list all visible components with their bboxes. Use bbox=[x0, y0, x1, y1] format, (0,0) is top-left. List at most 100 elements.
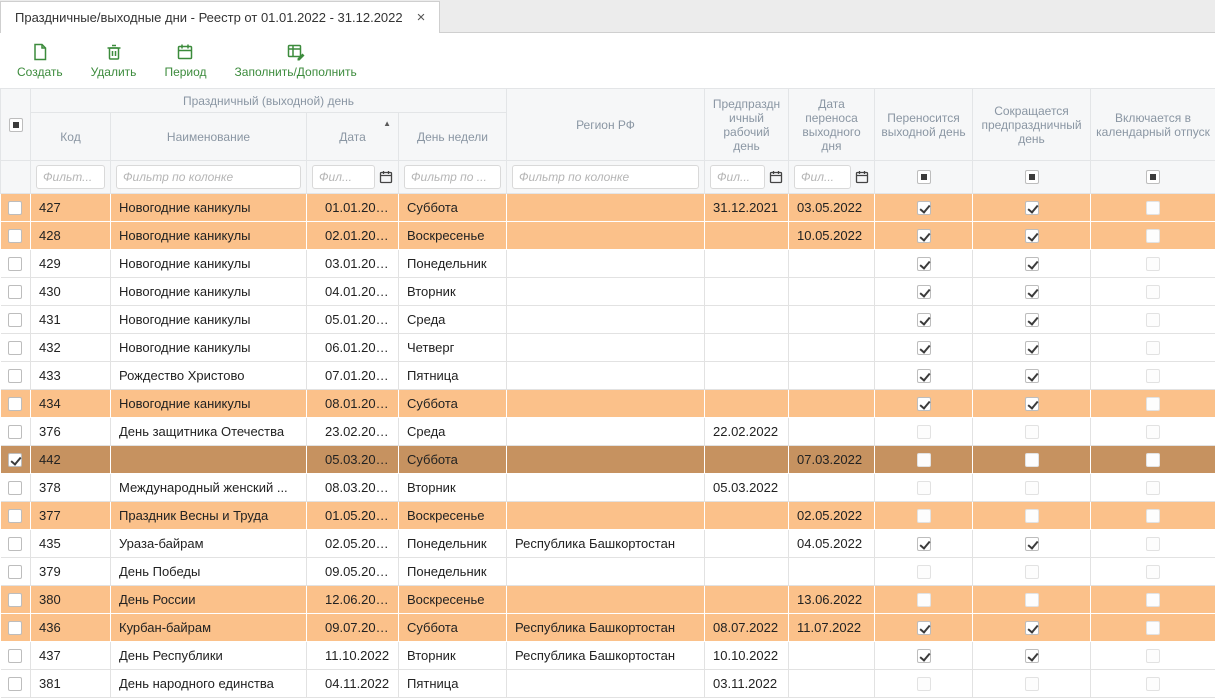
cell-move-day[interactable] bbox=[875, 194, 973, 222]
table-row[interactable]: 429Новогодние каникулы03.01.2022Понедель… bbox=[1, 250, 1215, 278]
row-select-cell[interactable] bbox=[1, 362, 31, 390]
cell-shorten-day[interactable] bbox=[973, 306, 1091, 334]
cell-move-day[interactable] bbox=[875, 306, 973, 334]
table-row[interactable]: 436Курбан-байрам09.07.2022СубботаРеспубл… bbox=[1, 614, 1215, 642]
shorten-day-checkbox[interactable] bbox=[1025, 481, 1039, 495]
filter-name-input[interactable] bbox=[116, 165, 301, 189]
vacation-checkbox[interactable] bbox=[1146, 537, 1160, 551]
transfer-filter-calendar-button[interactable] bbox=[855, 170, 869, 184]
column-header-weekday[interactable]: День недели bbox=[399, 113, 507, 161]
cell-shorten-day[interactable] bbox=[973, 334, 1091, 362]
row-select-checkbox[interactable] bbox=[8, 201, 22, 215]
move-day-checkbox[interactable] bbox=[917, 481, 931, 495]
row-select-checkbox[interactable] bbox=[8, 621, 22, 635]
cell-shorten-day[interactable] bbox=[973, 222, 1091, 250]
shorten-day-checkbox[interactable] bbox=[1025, 537, 1039, 551]
shorten-day-checkbox[interactable] bbox=[1025, 257, 1039, 271]
table-row[interactable]: 431Новогодние каникулы05.01.2022Среда bbox=[1, 306, 1215, 334]
cell-shorten-day[interactable] bbox=[973, 530, 1091, 558]
create-button[interactable]: Создать bbox=[8, 39, 72, 82]
row-select-cell[interactable] bbox=[1, 474, 31, 502]
cell-move-day[interactable] bbox=[875, 558, 973, 586]
row-select-checkbox[interactable] bbox=[8, 593, 22, 607]
cell-vacation[interactable] bbox=[1091, 502, 1215, 530]
cell-move-day[interactable] bbox=[875, 250, 973, 278]
cell-shorten-day[interactable] bbox=[973, 642, 1091, 670]
row-select-cell[interactable] bbox=[1, 642, 31, 670]
cell-vacation[interactable] bbox=[1091, 250, 1215, 278]
shorten-day-checkbox[interactable] bbox=[1025, 593, 1039, 607]
period-button[interactable]: Период bbox=[155, 39, 215, 82]
row-select-cell[interactable] bbox=[1, 194, 31, 222]
cell-move-day[interactable] bbox=[875, 446, 973, 474]
vacation-checkbox[interactable] bbox=[1146, 453, 1160, 467]
vacation-checkbox[interactable] bbox=[1146, 201, 1160, 215]
row-select-cell[interactable] bbox=[1, 250, 31, 278]
vacation-checkbox[interactable] bbox=[1146, 229, 1160, 243]
column-header-vacation[interactable]: Включается в календарный отпуск bbox=[1091, 89, 1215, 161]
cell-shorten-day[interactable] bbox=[973, 474, 1091, 502]
move-day-checkbox[interactable] bbox=[917, 313, 931, 327]
column-header-transfer-date[interactable]: Дата переноса выходного дня bbox=[789, 89, 875, 161]
move-day-checkbox[interactable] bbox=[917, 369, 931, 383]
column-header-region[interactable]: Регион РФ bbox=[507, 89, 705, 161]
cell-shorten-day[interactable] bbox=[973, 502, 1091, 530]
cell-vacation[interactable] bbox=[1091, 642, 1215, 670]
move-day-checkbox[interactable] bbox=[917, 649, 931, 663]
cell-move-day[interactable] bbox=[875, 222, 973, 250]
table-row[interactable]: 433Рождество Христово07.01.2022Пятница bbox=[1, 362, 1215, 390]
cell-shorten-day[interactable] bbox=[973, 194, 1091, 222]
shorten-day-checkbox[interactable] bbox=[1025, 285, 1039, 299]
row-select-cell[interactable] bbox=[1, 614, 31, 642]
move-day-filter-checkbox[interactable] bbox=[917, 170, 931, 184]
row-select-checkbox[interactable] bbox=[8, 509, 22, 523]
cell-shorten-day[interactable] bbox=[973, 670, 1091, 698]
table-row[interactable]: 432Новогодние каникулы06.01.2022Четверг bbox=[1, 334, 1215, 362]
shorten-day-checkbox[interactable] bbox=[1025, 649, 1039, 663]
cell-shorten-day[interactable] bbox=[973, 278, 1091, 306]
table-row[interactable]: 428Новогодние каникулы02.01.2022Воскресе… bbox=[1, 222, 1215, 250]
shorten-day-checkbox[interactable] bbox=[1025, 565, 1039, 579]
fill-append-button[interactable]: Заполнить/Дополнить bbox=[226, 39, 366, 82]
filter-pre-work-input[interactable] bbox=[710, 165, 765, 189]
row-select-cell[interactable] bbox=[1, 390, 31, 418]
cell-move-day[interactable] bbox=[875, 474, 973, 502]
row-select-checkbox[interactable] bbox=[8, 537, 22, 551]
shorten-day-checkbox[interactable] bbox=[1025, 453, 1039, 467]
row-select-checkbox[interactable] bbox=[8, 565, 22, 579]
row-select-checkbox[interactable] bbox=[8, 481, 22, 495]
cell-vacation[interactable] bbox=[1091, 194, 1215, 222]
row-select-checkbox[interactable] bbox=[8, 425, 22, 439]
shorten-day-checkbox[interactable] bbox=[1025, 229, 1039, 243]
table-row[interactable]: 430Новогодние каникулы04.01.2022Вторник bbox=[1, 278, 1215, 306]
filter-transfer-input[interactable] bbox=[794, 165, 851, 189]
move-day-checkbox[interactable] bbox=[917, 593, 931, 607]
cell-move-day[interactable] bbox=[875, 502, 973, 530]
move-day-checkbox[interactable] bbox=[917, 509, 931, 523]
vacation-checkbox[interactable] bbox=[1146, 313, 1160, 327]
table-row[interactable]: 380День России12.06.2022Воскресенье13.06… bbox=[1, 586, 1215, 614]
cell-shorten-day[interactable] bbox=[973, 418, 1091, 446]
table-row[interactable]: 435Ураза-байрам02.05.2022ПонедельникРесп… bbox=[1, 530, 1215, 558]
row-select-cell[interactable] bbox=[1, 418, 31, 446]
cell-vacation[interactable] bbox=[1091, 670, 1215, 698]
vacation-checkbox[interactable] bbox=[1146, 257, 1160, 271]
vacation-checkbox[interactable] bbox=[1146, 285, 1160, 299]
shorten-day-checkbox[interactable] bbox=[1025, 677, 1039, 691]
row-select-checkbox[interactable] bbox=[8, 677, 22, 691]
shorten-day-checkbox[interactable] bbox=[1025, 621, 1039, 635]
cell-vacation[interactable] bbox=[1091, 334, 1215, 362]
shorten-day-checkbox[interactable] bbox=[1025, 201, 1039, 215]
row-select-cell[interactable] bbox=[1, 670, 31, 698]
cell-move-day[interactable] bbox=[875, 418, 973, 446]
cell-shorten-day[interactable] bbox=[973, 390, 1091, 418]
cell-vacation[interactable] bbox=[1091, 446, 1215, 474]
row-select-checkbox[interactable] bbox=[8, 649, 22, 663]
row-select-checkbox[interactable] bbox=[8, 453, 22, 467]
cell-move-day[interactable] bbox=[875, 614, 973, 642]
row-select-checkbox[interactable] bbox=[8, 341, 22, 355]
row-select-cell[interactable] bbox=[1, 306, 31, 334]
cell-move-day[interactable] bbox=[875, 278, 973, 306]
cell-shorten-day[interactable] bbox=[973, 586, 1091, 614]
cell-move-day[interactable] bbox=[875, 334, 973, 362]
